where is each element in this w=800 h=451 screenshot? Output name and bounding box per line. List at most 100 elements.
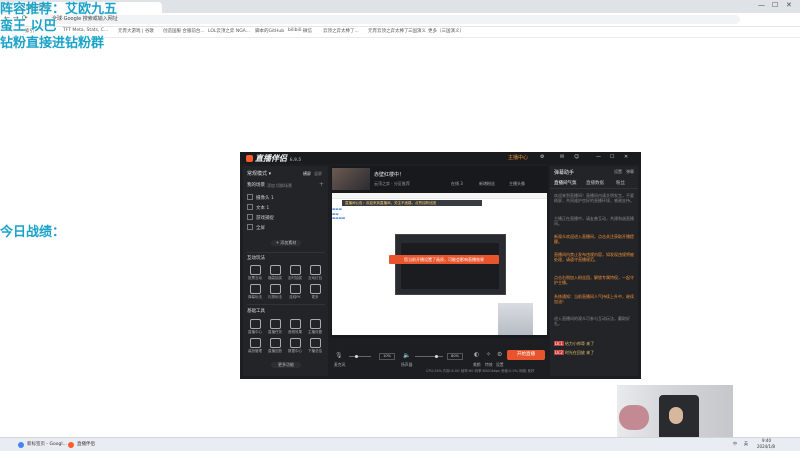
app-icon xyxy=(68,442,74,448)
bookmark-item[interactable]: 创造国服 合服前台... xyxy=(163,28,205,34)
tray-lang[interactable]: 中 xyxy=(733,441,737,446)
stream-preview[interactable]: 直播间公告：欢迎来到直播间，关注不迷路，点赞加粉丝团 ▬▬▬ ▬▬ ▬▬▬▬ 您当前… xyxy=(332,193,547,335)
url-input[interactable]: 全球·Google 搜索或输入网址 xyxy=(40,15,740,24)
danmaku-settings-link[interactable]: 设置 xyxy=(614,169,622,175)
chrome-icon xyxy=(18,442,24,448)
tool-replay[interactable]: 直播回放 xyxy=(267,338,283,354)
bookmark-item[interactable]: 脚本的GitHub xyxy=(255,28,284,34)
bookmark-item[interactable]: 更多（三国演义） xyxy=(428,28,464,34)
clock-date[interactable]: 2024/1/8 xyxy=(757,444,775,449)
taskbar-item-live-companion[interactable]: 直播伴侣 xyxy=(66,439,95,450)
go-live-button[interactable]: 开始直播 xyxy=(507,350,545,360)
bookmark-item[interactable]: TFT Meta, Stats, C... xyxy=(63,28,108,33)
webcam-arm xyxy=(619,405,649,430)
speaker-slider[interactable] xyxy=(415,356,443,357)
mode-option-landscape[interactable]: 横屏 xyxy=(303,171,311,177)
app-logo-icon xyxy=(246,155,253,162)
scene-switch-link[interactable]: 切换场景 xyxy=(276,183,292,189)
online-count: 在线 3 xyxy=(451,181,463,186)
mic-icon[interactable]: 🎙 xyxy=(335,352,343,359)
checkbox-icon[interactable] xyxy=(247,214,253,220)
close-icon[interactable]: ✕ xyxy=(786,1,792,9)
bookmark-item[interactable]: 云顶之弈太棒了... xyxy=(323,28,359,34)
overlay-lineup-text: 阵容推荐：艾欧九五 xyxy=(0,2,118,17)
bookmark-item[interactable]: 三国演义 xyxy=(408,28,426,34)
tool-pk[interactable]: 连线PK xyxy=(287,284,303,300)
tool-live-task[interactable]: 直播任务 xyxy=(267,319,283,335)
checkbox-icon[interactable] xyxy=(247,224,253,230)
add-scene-icon[interactable]: + xyxy=(319,181,324,188)
tool-data-center[interactable]: 数据中心 xyxy=(287,338,303,354)
download-icon xyxy=(309,319,321,329)
scene-add-link[interactable]: 添加 xyxy=(267,183,275,189)
tool-audio[interactable]: 音频效果 xyxy=(287,319,303,335)
speaker-slider-knob[interactable] xyxy=(435,355,438,358)
app-center-area: 赤壁红楼中！ 云顶之弈 · 分区推荐 在线 3 新增粉丝 主播头像 直播间公告：… xyxy=(331,166,548,376)
effects-icon[interactable]: ✧ xyxy=(486,351,491,358)
bookmark-item[interactable]: 微信 xyxy=(303,28,312,34)
tool-gift[interactable]: 礼物玩法 xyxy=(267,284,283,300)
bookmark-item[interactable]: LOL云顶之弈 NGA... xyxy=(208,28,250,34)
maximize-icon[interactable]: ☐ xyxy=(772,1,778,9)
clock-time[interactable]: 9:40 xyxy=(762,438,771,443)
bookmark-item[interactable]: 元宵云顶之弈太棒了.. xyxy=(368,28,411,34)
anchor-center-link[interactable]: 主播中心 xyxy=(508,154,528,161)
add-material-button[interactable]: + 添加素材 xyxy=(271,240,301,246)
user-icon[interactable]: ☺ xyxy=(574,154,579,160)
os-taskbar: 新标签页 - Googl... 直播伴侣 中 英 9:40 2024/1/8 xyxy=(0,437,800,451)
danmaku-icon xyxy=(249,284,261,294)
beauty-icon[interactable]: ◐ xyxy=(474,351,479,358)
tool-decor[interactable]: 装扮管理 xyxy=(247,338,263,354)
tool-anchor-settings[interactable]: 主播设置 xyxy=(307,319,323,335)
scene-item[interactable]: 文本 1 xyxy=(247,204,325,212)
tray-ime[interactable]: 英 xyxy=(744,441,748,446)
chat-message: 进入直播间的观众可参与互动玩法，赢取好礼。 xyxy=(554,316,630,326)
mode-selector[interactable]: 常规模式 ▾ xyxy=(247,170,271,177)
mic-percent[interactable]: 10% xyxy=(379,353,395,360)
stream-title[interactable]: 赤壁红楼中！ xyxy=(374,171,404,178)
tool-more[interactable]: 更多 xyxy=(307,284,323,300)
chat-message: 欢迎来到直播间！直播间内请文明发言，不要刷屏，共同维护良好的直播环境，感谢支持。 xyxy=(554,193,634,203)
tab-fans[interactable]: 粉丝 xyxy=(616,180,625,186)
gift-bag-icon xyxy=(269,265,281,275)
checkbox-icon[interactable] xyxy=(247,204,253,210)
window-minimize-icon[interactable]: — xyxy=(596,154,601,160)
scene-item[interactable]: 摄像头 1 xyxy=(247,194,325,202)
overlay-fan-group-text: 钻粉直接进钻粉群 xyxy=(0,36,105,51)
mic-slider[interactable] xyxy=(349,356,371,357)
more-functions-button[interactable]: 更多功能 xyxy=(271,362,301,368)
chat-message: 主播正在直播中，请友善互动，共建和谐直播间。 xyxy=(554,216,634,226)
stream-category[interactable]: 云顶之弈 · 分区推荐 xyxy=(374,181,410,187)
scene-item[interactable]: 游戏捕捉 xyxy=(247,214,325,222)
checkbox-icon[interactable] xyxy=(247,194,253,200)
summary-icon xyxy=(309,338,321,348)
mode-option-portrait[interactable]: 竖屏 xyxy=(314,171,322,177)
tool-timed-draw[interactable]: 定时抽奖 xyxy=(287,265,303,281)
anchor-avatar-label: 主播头像 xyxy=(509,181,525,186)
settings-icon[interactable]: ⚙ xyxy=(497,351,502,358)
minimize-icon[interactable]: — xyxy=(758,1,765,9)
tool-lucky-bag[interactable]: 福袋抽奖 xyxy=(267,265,283,281)
tab-room-atmosphere[interactable]: 直播间气氛 xyxy=(554,180,577,186)
scene-item[interactable]: 全屏 xyxy=(247,224,325,232)
speaker-icon[interactable]: 🔈 xyxy=(403,352,410,359)
tab-live-data[interactable]: 直播数据 xyxy=(586,180,604,186)
tool-red-packet[interactable]: 互动红包 xyxy=(307,265,323,281)
bookmark-item[interactable]: 元宵大游戏 | 谷歌 xyxy=(118,28,154,34)
mic-slider-knob[interactable] xyxy=(355,355,358,358)
tool-summary[interactable]: 下播总结 xyxy=(307,338,323,354)
danmaku-toggle-link[interactable]: 弹幕 xyxy=(626,169,634,175)
quality-warning-toast[interactable]: 您当前开播设置了画质，可能会影响直播效果 xyxy=(389,255,499,264)
tool-danmaku[interactable]: 弹幕玩法 xyxy=(247,284,263,300)
chat-message: LV.2 时光在回放 来了 xyxy=(554,350,595,355)
window-max-icon[interactable]: ☐ xyxy=(610,154,614,160)
tool-live-center[interactable]: 直播中心 xyxy=(247,319,263,335)
mail-icon[interactable]: ✉ xyxy=(560,154,564,160)
window-close-icon[interactable]: ✕ xyxy=(624,154,628,160)
danmaku-panel-title: 弹幕助手 xyxy=(554,170,575,176)
taskbar-item-browser[interactable]: 新标签页 - Googl... xyxy=(16,439,67,450)
streamer-cover[interactable] xyxy=(332,168,370,190)
gear-icon[interactable]: ⚙ xyxy=(540,154,544,160)
speaker-percent[interactable]: 80% xyxy=(447,353,463,360)
tool-vote[interactable]: 投票互动 xyxy=(247,265,263,281)
